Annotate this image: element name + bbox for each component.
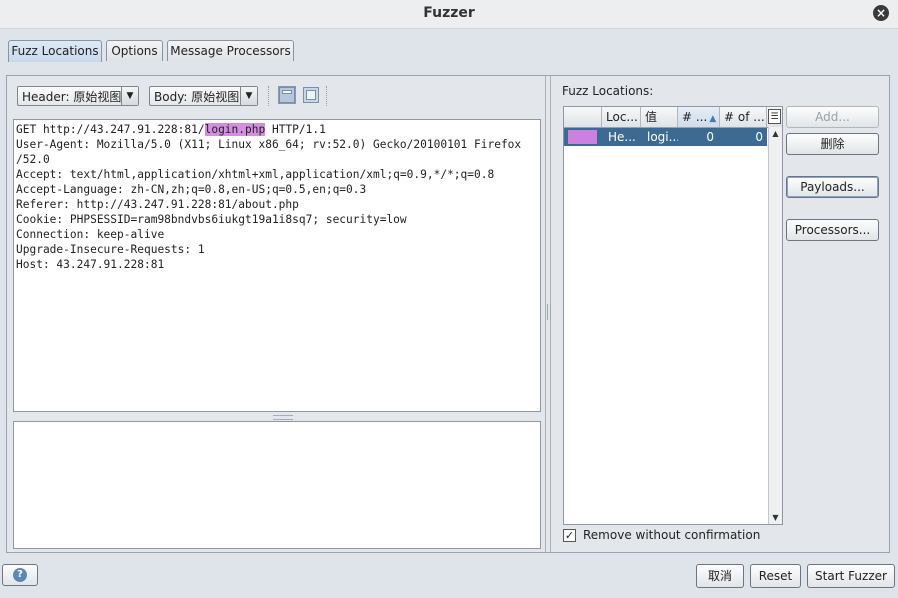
title-bar: Fuzzer × [0,0,898,29]
value-cell: logi... [647,130,678,144]
split-vertical-view-icon[interactable] [278,86,296,104]
tab-fuzz-locations[interactable]: Fuzz Locations [8,40,102,62]
header-line: Referer: http://43.247.91.228:81/about.p… [16,198,299,211]
location-cell: He... [608,130,636,144]
fuzz-location-highlight[interactable]: login.php [204,123,266,136]
table-header: Loc... 值 # ... ▲ # of ... ☰ [564,107,782,128]
header-line: Upgrade-Insecure-Requests: 1 [16,243,205,256]
help-button[interactable]: ? [2,564,38,586]
remove-without-confirmation-checkbox[interactable]: ✓ [563,529,576,542]
fuzz-locations-pane: Fuzz Locations: Loc... 值 # ... ▲ # of ...… [557,76,887,552]
header-line: User-Agent: Mozilla/5.0 (X11; Linux x86_… [16,138,522,151]
location-color-swatch [568,130,597,144]
toolbar-separator [326,86,329,106]
scroll-up-icon[interactable]: ▲ [769,127,782,140]
header-line: Accept-Language: zh-CN,zh;q=0.8,en-US;q=… [16,183,367,196]
chevron-down-icon: ▼ [121,87,138,105]
column-header-payload-count[interactable]: # ... ▲ [678,107,720,127]
toolbar-separator [268,86,271,106]
tab-message-processors[interactable]: Message Processors [167,40,294,61]
column-header-processor-count[interactable]: # of ... [720,107,767,127]
payload-count-cell: 0 [706,130,714,144]
reset-button[interactable]: Reset [750,564,801,588]
remove-without-confirmation-label: Remove without confirmation [583,528,761,542]
column-chooser-icon[interactable]: ☰ [768,109,781,124]
header-line: Host: 43.247.91.228:81 [16,258,165,271]
request-editor: Header: 原始视图 ▼ Body: 原始视图 ▼ GET http://4… [10,79,543,549]
request-line-prefix: GET http://43.247.91.228:81/ [16,123,205,136]
close-icon[interactable]: × [873,5,889,21]
delete-button[interactable]: 删除 [786,133,879,155]
split-horizontal-view-icon[interactable] [303,87,319,103]
request-line-suffix: HTTP/1.1 [265,123,326,136]
processor-count-cell: 0 [755,130,763,144]
request-header-text[interactable]: GET http://43.247.91.228:81/login.php HT… [13,119,541,412]
horizontal-splitter-handle[interactable] [273,415,293,420]
cancel-button[interactable]: 取消 [696,564,744,588]
help-icon: ? [13,568,27,582]
table-scrollbar[interactable]: ▲ ▼ [768,127,782,524]
header-line: Connection: keep-alive [16,228,165,241]
column-header-location[interactable]: Loc... [602,107,641,127]
chevron-down-icon: ▼ [240,87,257,105]
scroll-down-icon[interactable]: ▼ [769,511,782,524]
fuzz-locations-label: Fuzz Locations: [562,84,654,98]
column-header-value[interactable]: 值 [641,107,678,127]
tab-options[interactable]: Options [106,40,163,61]
table-row[interactable]: He... logi... 0 0 [564,128,767,146]
column-header-payload-count-label: # ... [682,110,708,124]
main-area: Fuzz Locations Options Message Processor… [0,29,898,598]
add-button[interactable]: Add... [786,106,879,128]
fuzz-locations-panel: Header: 原始视图 ▼ Body: 原始视图 ▼ GET http://4… [6,75,890,553]
splitter-grip-icon [547,304,551,320]
body-view-select[interactable]: Body: 原始视图 ▼ [149,86,258,106]
header-line: Cookie: PHPSESSID=ram98bndvbs6iukgt19a1i… [16,213,407,226]
sort-ascending-icon: ▲ [709,114,717,124]
header-line: Accept: text/html,application/xhtml+xml,… [16,168,495,181]
request-body-text[interactable] [13,421,541,549]
header-view-select[interactable]: Header: 原始视图 ▼ [17,86,139,106]
vertical-splitter[interactable] [545,76,551,552]
body-view-value: Body: 原始视图 [154,90,240,104]
start-fuzzer-button[interactable]: Start Fuzzer [807,564,895,588]
window-title: Fuzzer [423,5,475,21]
header-view-value: Header: 原始视图 [22,90,122,104]
fuzz-locations-table[interactable]: Loc... 值 # ... ▲ # of ... ☰ He... logi...… [563,106,783,525]
processors-button[interactable]: Processors... [786,219,879,241]
payloads-button[interactable]: Payloads... [786,176,879,198]
header-line: /52.0 [16,153,50,166]
column-header-color[interactable] [564,107,602,127]
